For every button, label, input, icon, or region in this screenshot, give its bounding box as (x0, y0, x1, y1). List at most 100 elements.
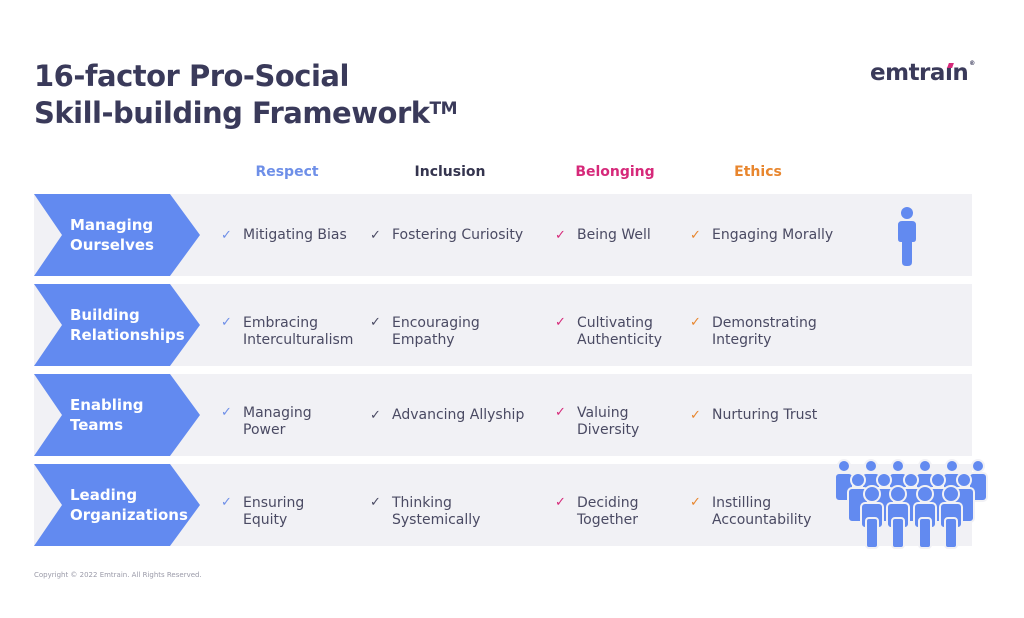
check-icon: ✓ (370, 315, 381, 330)
check-icon: ✓ (221, 227, 232, 243)
skill-label: Valuing Diversity (577, 405, 639, 439)
skill-label: Embracing Interculturalism (243, 315, 353, 349)
crowd-icon (834, 459, 988, 549)
check-icon: ✓ (690, 227, 701, 243)
row-chevron: Leading Organizations (34, 464, 202, 546)
column-header-inclusion: Inclusion (414, 164, 486, 180)
logo-text-start: emtra (870, 60, 945, 86)
column-header-respect: Respect (255, 164, 319, 180)
skill-label-line: Ensuring (243, 495, 305, 511)
registered-mark: ® (969, 60, 975, 67)
skill-label-line: Systemically (392, 512, 481, 528)
skill-item: ✓ Thinking Systemically (370, 464, 480, 546)
skill-label: Cultivating Authenticity (577, 315, 662, 349)
skill-label-line: Together (577, 512, 638, 528)
skill-label-line: Equity (243, 512, 288, 528)
skill-label-line: Embracing (243, 315, 319, 331)
skill-item: ✓ Managing Power (221, 374, 312, 456)
check-icon: ✓ (555, 315, 566, 330)
skill-label-line: Diversity (577, 422, 640, 438)
check-icon: ✓ (690, 495, 701, 510)
skill-item: ✓ Embracing Interculturalism (221, 284, 353, 366)
column-header-ethics: Ethics (734, 164, 782, 180)
title-line-1: 16-factor Pro-Social (34, 59, 349, 93)
row-label: Managing Ourselves (70, 194, 154, 276)
skill-label-line: Accountability (712, 512, 812, 528)
check-icon: ✓ (555, 495, 566, 510)
skill-item: ✓ Mitigating Bias (221, 194, 347, 276)
skill-label-line: Interculturalism (243, 332, 354, 348)
skill-label-line: Advancing Allyship (392, 406, 525, 423)
skill-label-line: Mitigating Bias (243, 226, 347, 243)
skill-label: Fostering Curiosity (392, 227, 523, 244)
skill-label-line: Authenticity (577, 332, 663, 348)
skill-label-line: Thinking (392, 495, 452, 511)
skill-label-line: Cultivating (577, 315, 653, 331)
skill-label: Ensuring Equity (243, 495, 304, 529)
skill-label: Demonstrating Integrity (712, 315, 817, 349)
skill-item: ✓ Deciding Together (555, 464, 639, 546)
check-icon: ✓ (690, 315, 701, 330)
row-label-line-2: Teams (70, 416, 124, 434)
trademark-mark: TM (429, 99, 458, 119)
skill-label-line: Nurturing Trust (712, 406, 818, 423)
skill-item: ✓ Nurturing Trust (690, 374, 817, 456)
check-icon: ✓ (370, 495, 381, 510)
skill-label: Nurturing Trust (712, 407, 817, 424)
check-icon: ✓ (221, 495, 232, 510)
skill-label-line: Valuing (577, 405, 629, 421)
skill-label-line: Managing (243, 405, 312, 421)
logo-text-i: ı (944, 60, 953, 86)
single-person-icon (898, 207, 916, 266)
row-label-line-1: Leading (70, 486, 138, 504)
row-label-line-2: Ourselves (70, 236, 154, 254)
skill-label-line: Instilling (712, 495, 772, 511)
skill-label: Instilling Accountability (712, 495, 811, 529)
check-icon: ✓ (370, 227, 381, 243)
skill-label-line: Integrity (712, 332, 772, 348)
row-chevron: Building Relationships (34, 284, 202, 366)
skill-item: ✓ Fostering Curiosity (370, 194, 523, 276)
skill-label: Advancing Allyship (392, 407, 524, 424)
skill-item: ✓ Demonstrating Integrity (690, 284, 817, 366)
check-icon: ✓ (370, 407, 381, 423)
skill-label-line: Deciding (577, 495, 639, 511)
skill-label-line: Empathy (392, 332, 455, 348)
row-label-line-2: Relationships (70, 326, 185, 344)
skill-label: Managing Power (243, 405, 312, 439)
skill-label: Deciding Together (577, 495, 639, 529)
row-label: Building Relationships (70, 284, 185, 366)
title-line-2: Skill-building Framework (34, 96, 430, 130)
skill-label: Encouraging Empathy (392, 315, 480, 349)
skill-label-line: Demonstrating (712, 315, 817, 331)
row-label-line-2: Organizations (70, 506, 188, 524)
skill-label: Thinking Systemically (392, 495, 480, 529)
skill-item: ✓ Advancing Allyship (370, 374, 524, 456)
logo-accent-dot: ı (944, 60, 953, 86)
page-title: 16-factor Pro-Social Skill-building Fram… (34, 58, 458, 132)
skill-label-line: Power (243, 422, 286, 438)
check-icon: ✓ (555, 405, 566, 420)
framework-row: Leading Organizations ✓ Ensuring Equity ✓… (34, 459, 988, 549)
skill-item: ✓ Engaging Morally (690, 194, 833, 276)
check-icon: ✓ (221, 315, 232, 330)
skill-label-line: Encouraging (392, 315, 480, 331)
row-label-line-1: Building (70, 306, 140, 324)
row-chevron: Enabling Teams (34, 374, 202, 456)
skill-item: ✓ Ensuring Equity (221, 464, 304, 546)
skill-item: ✓ Encouraging Empathy (370, 284, 480, 366)
framework-row: Managing Ourselves ✓ Mitigating Bias ✓ F… (34, 194, 972, 276)
framework-row: Building Relationships ✓ Embracing Interc… (34, 284, 972, 366)
row-label: Enabling Teams (70, 374, 143, 456)
skill-label: Engaging Morally (712, 227, 833, 244)
framework-row: Enabling Teams ✓ Managing Power ✓ Advanci… (34, 374, 972, 456)
skill-item: ✓ Instilling Accountability (690, 464, 811, 546)
check-icon: ✓ (221, 405, 232, 420)
skill-label: Being Well (577, 227, 651, 244)
skill-label-line: Being Well (577, 226, 651, 243)
row-label-line-1: Managing (70, 216, 154, 234)
skill-item: ✓ Being Well (555, 194, 651, 276)
logo-text-end: n (952, 60, 969, 86)
skill-item: ✓ Valuing Diversity (555, 374, 639, 456)
copyright-notice: Copyright © 2022 Emtrain. All Rights Res… (34, 571, 202, 579)
